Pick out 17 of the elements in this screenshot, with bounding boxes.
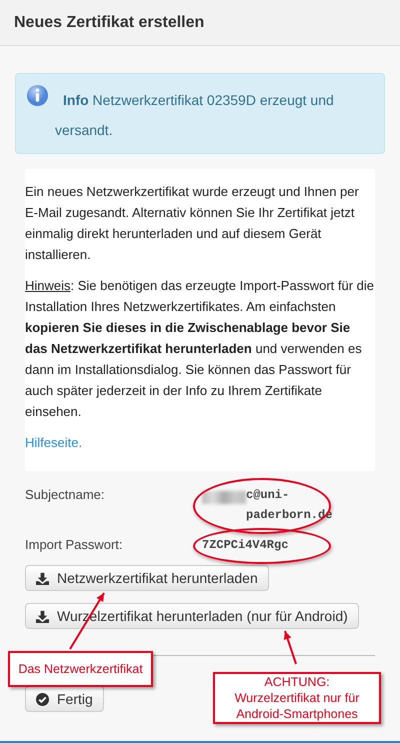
check-circle-icon <box>36 692 49 706</box>
alert-message: Info Netzwerkzertifikat 02359D erzeugt und versandt. <box>55 91 335 140</box>
callout-note: Das Netzwerkzertifikat <box>8 651 153 687</box>
download-icon <box>36 572 49 584</box>
field-value: 7ZCPCi4V4Rgc <box>202 537 290 554</box>
field-label: Import Passwort: <box>25 536 124 554</box>
help-link[interactable]: Hilfeseite. <box>25 435 82 450</box>
info-icon <box>26 84 49 107</box>
intro-paragraph: Ein neues Netzwerkzertifikat wurde erzeugt und Ihnen per E-Mail zugesandt. Alternativ können Sie Ihr Zertifikat jetzt einmalig direkt herunterladen und auf diesem Gerät installieren. <box>25 183 360 264</box>
callout-note: ACHTUNG: Wurzelzertifikat nur für Android-Smartphones <box>213 672 381 724</box>
page-title: Neues Zertifikat erstellen <box>14 14 204 32</box>
download-button[interactable]: Netzwerkzertifikat herunterladen <box>25 565 269 591</box>
field-label: Subjectname: <box>25 486 106 504</box>
hint-paragraph: Hinweis: Sie benötigen das erzeugte Import-Passwort für die Installation Ihres Netzwerkzertifikates. Am einfachsten kopieren Sie dieses in die Zwischenablage bevor Sie das Netzwerkzertifikat herunterladen und verwenden es dann im Installationsdialog. Sie können das Passwort für auch später jederzeit in der Info zu Ihrem Zertifikate einsehen. <box>25 277 375 421</box>
download-icon <box>36 610 49 622</box>
callout-arrow <box>284 630 297 664</box>
done-button[interactable]: Fertig <box>25 686 104 712</box>
